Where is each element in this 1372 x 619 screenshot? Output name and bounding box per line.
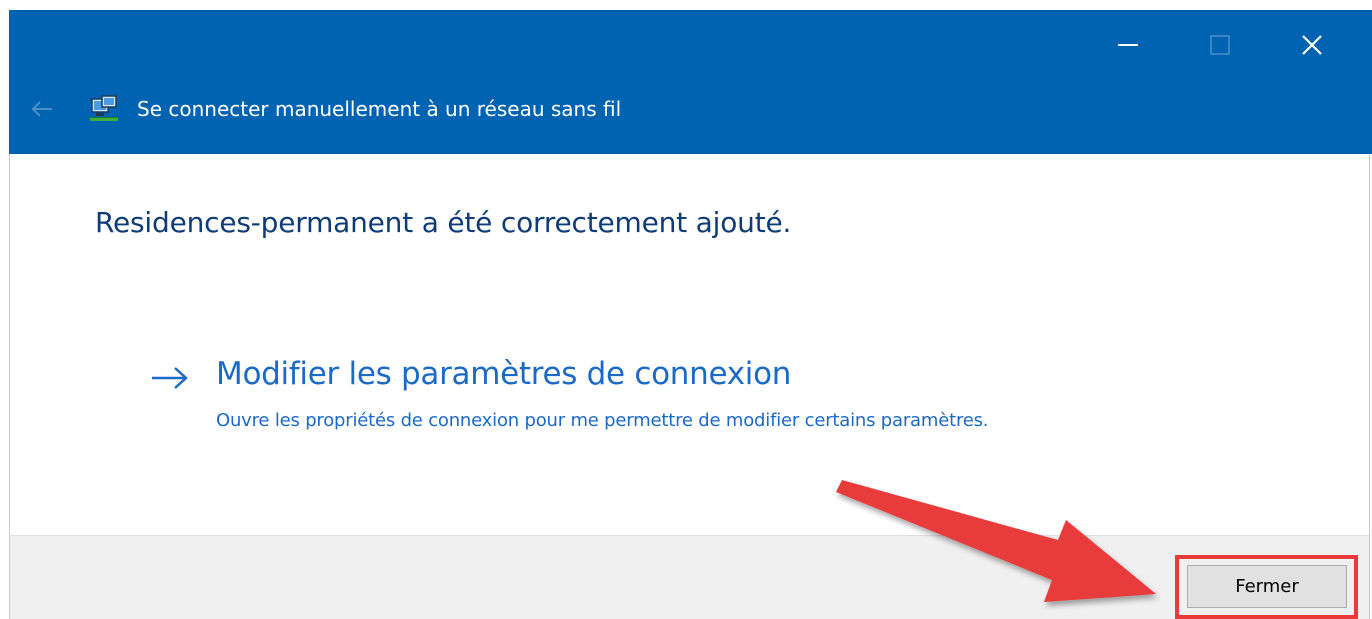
modify-settings-description: Ouvre les propriétés de connexion pour m… [216,410,989,431]
modify-settings-link[interactable]: Modifier les paramètres de connexion [216,356,791,392]
maximize-icon [1210,35,1230,55]
right-arrow-icon [152,367,188,389]
success-message: Residences-permanent a été correctement … [95,206,792,239]
dialog-window: Se connecter manuellement à un réseau sa… [0,0,1372,619]
minimize-button[interactable] [1082,10,1174,80]
button-bar: Fermer [9,535,1370,619]
minimize-icon [1118,44,1138,46]
close-button[interactable]: Fermer [1187,565,1347,608]
window-close-button[interactable] [1266,10,1358,80]
network-icon [90,95,118,121]
back-button[interactable] [27,94,57,124]
back-arrow-icon [31,101,52,117]
close-icon [1302,35,1322,55]
content-area: Residences-permanent a été correctement … [9,154,1370,535]
maximize-button[interactable] [1174,10,1266,80]
window-title: Se connecter manuellement à un réseau sa… [137,97,622,121]
title-bar: Se connecter manuellement à un réseau sa… [9,10,1372,154]
